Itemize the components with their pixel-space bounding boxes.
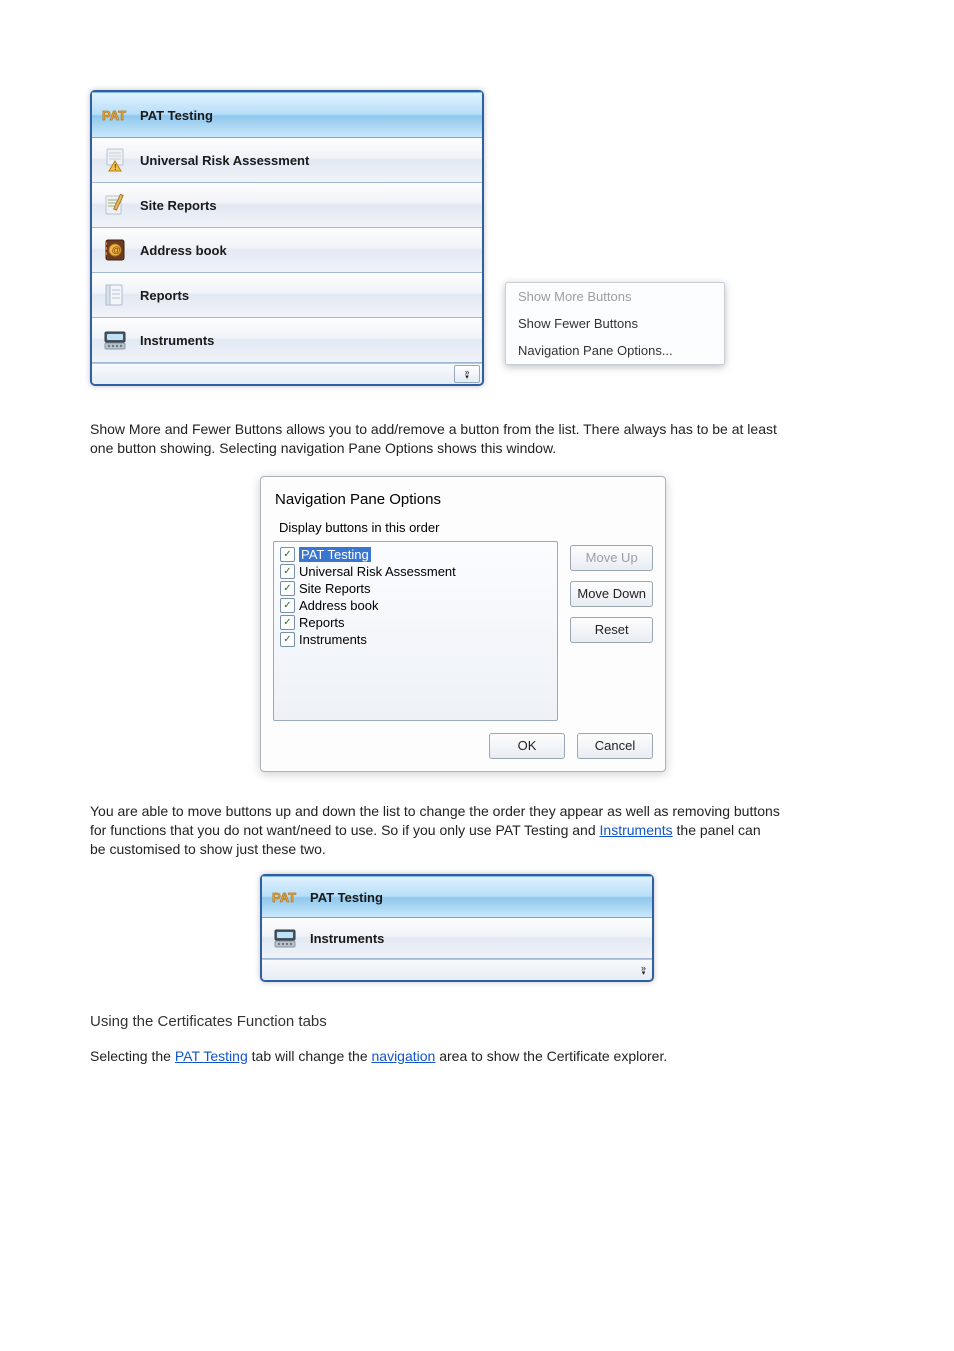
nav-options-dialog: Navigation Pane Options Display buttons … [260,476,666,772]
section-title: Using the Certificates Function tabs [90,1012,780,1032]
warning-doc-icon: ! [100,145,130,175]
checkbox-icon[interactable]: ✓ [280,632,295,647]
menu-show-more: Show More Buttons [506,283,724,310]
list-item-label: Site Reports [299,581,371,596]
checkbox-icon[interactable]: ✓ [280,564,295,579]
overflow-button[interactable]: » ▾ [454,365,480,383]
overflow-menu: Show More Buttons Show Fewer Buttons Nav… [505,282,725,365]
list-item[interactable]: ✓ Instruments [278,631,553,648]
list-item[interactable]: ✓ Address book [278,597,553,614]
move-down-button[interactable]: Move Down [570,581,653,607]
overflow-button[interactable]: » ▾ [641,960,646,980]
nav-item-label: Universal Risk Assessment [140,153,309,168]
pat-testing-link[interactable]: PAT Testing [175,1048,248,1064]
buttons-order-listbox[interactable]: ✓ PAT Testing ✓ Universal Risk Assessmen… [273,541,558,721]
list-item-label: PAT Testing [299,547,371,562]
list-item[interactable]: ✓ Universal Risk Assessment [278,563,553,580]
list-item-label: Address book [299,598,379,613]
svg-text:!: ! [114,163,117,172]
navigation-pane: PAT PAT Testing Ins [260,874,654,982]
nav-item-label: Site Reports [140,198,217,213]
reports-icon [100,280,130,310]
address-book-icon: @ [100,235,130,265]
nav-item-label: Address book [140,243,227,258]
checkbox-icon[interactable]: ✓ [280,615,295,630]
nav-item-pat-testing[interactable]: PAT PAT Testing [92,92,482,138]
pat-icon: PAT [100,100,130,130]
text: Selecting the [90,1048,175,1064]
nav-item-label: Instruments [140,333,214,348]
paragraph: You are able to move buttons up and down… [90,802,780,859]
nav-item-label: Reports [140,288,189,303]
text: tab will change the [252,1048,372,1064]
nav-footer: » ▾ [262,959,652,980]
svg-text:@: @ [112,245,121,255]
paragraph: Show More and Fewer Buttons allows you t… [90,420,780,458]
nav-item-instruments[interactable]: Instruments [92,318,482,363]
menu-nav-options[interactable]: Navigation Pane Options... [506,337,724,364]
pencil-doc-icon [100,190,130,220]
dialog-title: Navigation Pane Options [273,487,653,516]
nav-item-site-reports[interactable]: Site Reports [92,183,482,228]
navigation-link[interactable]: navigation [372,1048,436,1064]
navigation-pane: PAT PAT Testing ! [90,90,484,386]
checkbox-icon[interactable]: ✓ [280,581,295,596]
chevron-down-icon: ▾ [465,376,469,380]
cancel-button[interactable]: Cancel [577,733,653,759]
nav-item-universal-risk[interactable]: ! Universal Risk Assessment [92,138,482,183]
nav-item-pat-testing[interactable]: PAT PAT Testing [262,876,652,918]
dialog-sublabel: Display buttons in this order [273,516,653,541]
instruments-icon [100,325,130,355]
ok-button[interactable]: OK [489,733,565,759]
instruments-link[interactable]: Instruments [600,822,673,838]
text: area to show the Certificate explorer. [439,1048,667,1064]
list-item[interactable]: ✓ PAT Testing [278,546,553,563]
reset-button[interactable]: Reset [570,617,653,643]
nav-item-label: Instruments [310,931,384,946]
pat-icon: PAT [270,882,300,912]
list-item-label: Universal Risk Assessment [299,564,456,579]
list-item[interactable]: ✓ Site Reports [278,580,553,597]
svg-text:PAT: PAT [102,108,126,123]
menu-show-fewer[interactable]: Show Fewer Buttons [506,310,724,337]
paragraph: Selecting the PAT Testing tab will chang… [90,1047,780,1066]
list-item[interactable]: ✓ Reports [278,614,553,631]
nav-item-address-book[interactable]: @ Address book [92,228,482,273]
list-item-label: Reports [299,615,345,630]
checkbox-icon[interactable]: ✓ [280,547,295,562]
checkbox-icon[interactable]: ✓ [280,598,295,613]
svg-text:PAT: PAT [272,890,296,905]
instruments-icon [270,923,300,953]
nav-item-reports[interactable]: Reports [92,273,482,318]
list-item-label: Instruments [299,632,367,647]
nav-item-label: PAT Testing [140,108,213,123]
nav-item-instruments[interactable]: Instruments [262,918,652,959]
chevron-down-icon: ▾ [642,972,646,976]
nav-footer: » ▾ [92,363,482,384]
move-up-button[interactable]: Move Up [570,545,653,571]
nav-item-label: PAT Testing [310,890,383,905]
